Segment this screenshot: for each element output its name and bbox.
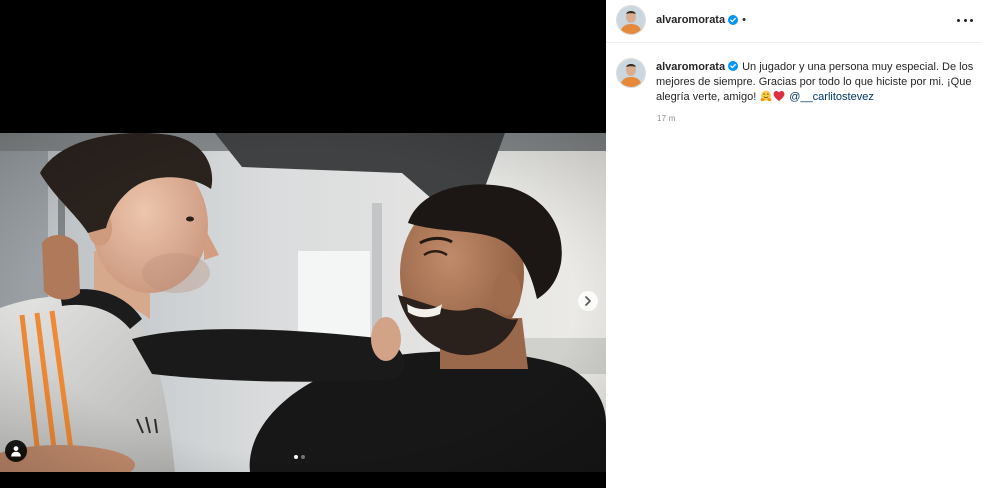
carousel-dot [301, 455, 305, 459]
user-tag-icon [11, 446, 21, 457]
header-user-info: alvaromorata • [656, 13, 746, 27]
more-options-icon-dot [970, 18, 973, 22]
next-slide-button[interactable] [578, 291, 598, 311]
red-heart-icon [773, 91, 785, 101]
caption-username[interactable]: alvaromorata [656, 61, 725, 73]
more-options-icon-dot [963, 18, 967, 22]
hugging-face-icon [760, 90, 772, 102]
header-separator: • [742, 14, 746, 26]
photo-vignette [0, 133, 606, 472]
post-media [0, 0, 606, 488]
post-side-panel: alvaromorata • alvaromorata Un jugador y… [606, 0, 981, 488]
post-photo[interactable] [0, 133, 606, 472]
instagram-post-view: alvaromorata • alvaromorata Un jugador y… [0, 0, 981, 488]
chevron-right-icon [585, 296, 591, 306]
header-username[interactable]: alvaromorata [656, 13, 725, 27]
mention-link[interactable]: @__carlitostevez [789, 91, 874, 103]
post-photo-image [0, 133, 606, 472]
post-timestamp[interactable]: 17 m [657, 114, 676, 124]
user-tags-button[interactable] [5, 440, 27, 462]
verified-badge-icon [728, 61, 739, 71]
avatar-image [617, 6, 645, 34]
caption-avatar[interactable] [616, 58, 646, 88]
more-options-icon-dot [957, 18, 960, 22]
verified-badge-icon [728, 15, 739, 25]
avatar-image [617, 59, 645, 87]
more-options-button[interactable] [957, 14, 973, 26]
caption-text-block: alvaromorata Un jugador y una persona muy… [656, 60, 978, 105]
carousel-indicator [294, 455, 305, 459]
post-header: alvaromorata • [606, 0, 981, 43]
profile-avatar[interactable] [616, 5, 646, 35]
carousel-dot [294, 455, 298, 459]
